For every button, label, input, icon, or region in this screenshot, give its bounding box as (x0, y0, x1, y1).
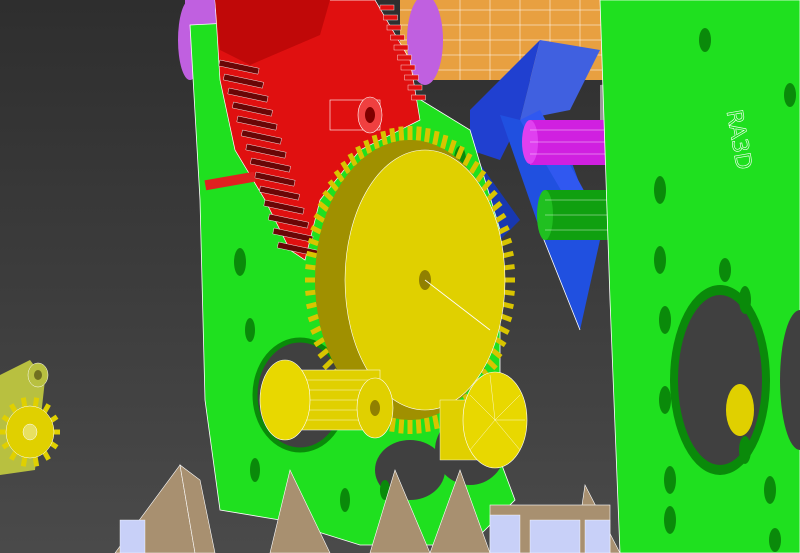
right-green-plate: RA3D (599, 0, 800, 553)
green-cylinder (537, 190, 615, 240)
scene-canvas: RA3D (0, 0, 800, 553)
right-small-gear (726, 384, 754, 436)
magenta-cylinder (522, 120, 610, 165)
3d-viewport[interactable]: RA3D (0, 0, 800, 553)
pinion-gear-left (259, 359, 394, 441)
